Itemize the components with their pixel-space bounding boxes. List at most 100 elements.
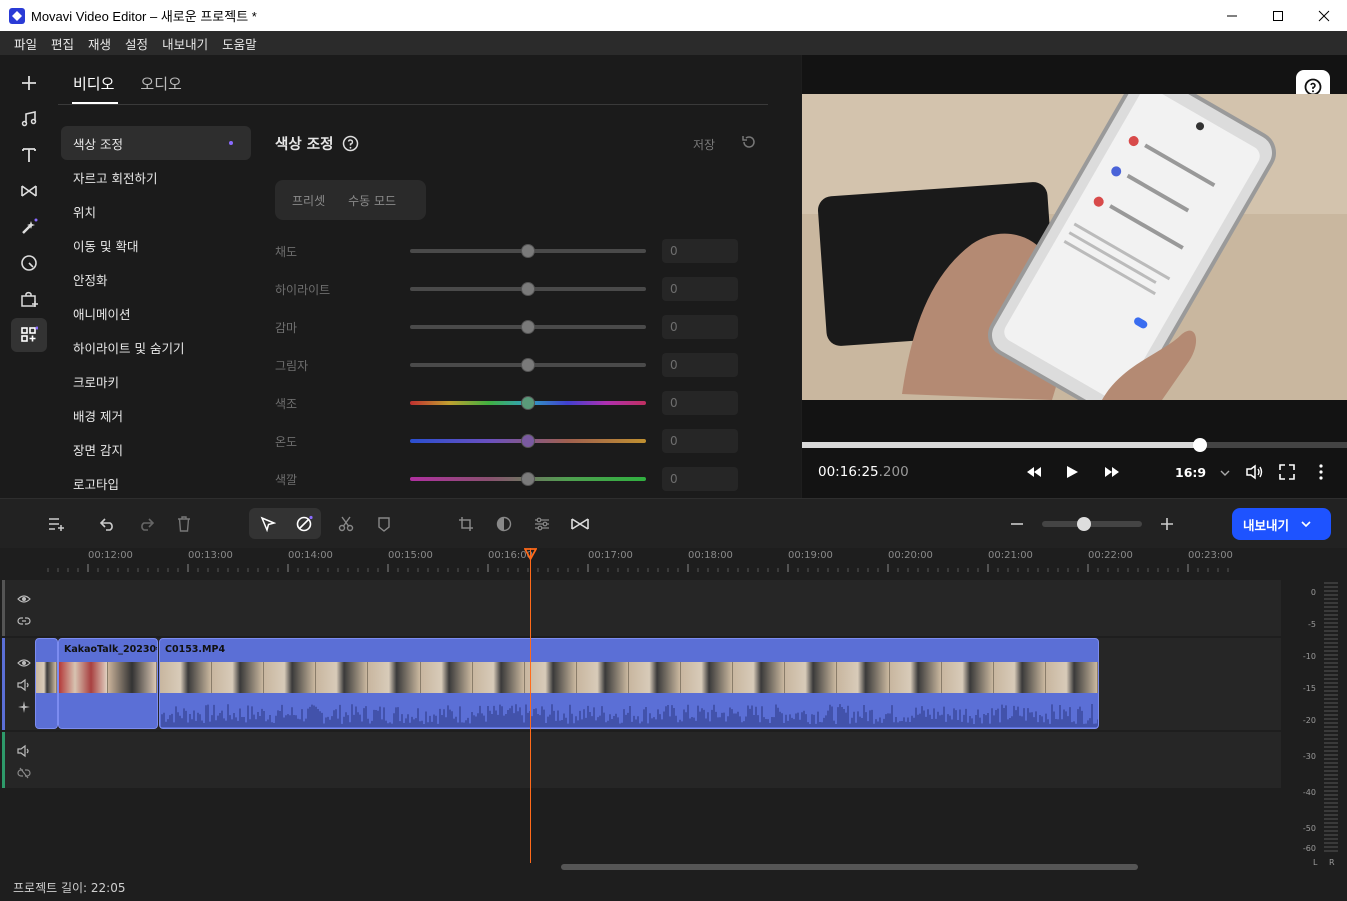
slider-handle[interactable] xyxy=(521,358,535,372)
scroll-thumb[interactable] xyxy=(561,864,1138,870)
slider-value-input[interactable]: 0 xyxy=(662,277,738,301)
color-adjust-icon[interactable] xyxy=(492,512,516,536)
add-track-icon[interactable] xyxy=(44,512,68,536)
slider-handle[interactable] xyxy=(521,472,535,486)
tool-item-pan-zoom[interactable]: 이동 및 확대 xyxy=(61,228,251,262)
magnet-snap-icon[interactable] xyxy=(293,512,317,536)
delete-icon[interactable] xyxy=(172,512,196,536)
transition-wizard-icon[interactable] xyxy=(568,512,592,536)
timeline-scrollbar[interactable] xyxy=(0,863,1282,871)
play-icon[interactable] xyxy=(1060,461,1084,483)
slider-value-input[interactable]: 0 xyxy=(662,391,738,415)
unlink-icon[interactable] xyxy=(17,765,31,779)
zoom-handle[interactable] xyxy=(1077,517,1091,531)
slider-handle[interactable] xyxy=(521,320,535,334)
mode-preset-button[interactable]: 프리셋 xyxy=(292,192,325,209)
help-circle-icon[interactable] xyxy=(342,135,359,152)
redo-icon[interactable] xyxy=(134,512,158,536)
sparkle-effects-icon[interactable] xyxy=(17,699,31,713)
video-clip-kakaotalk[interactable]: KakaoTalk_20230€ xyxy=(58,638,158,729)
volume-icon[interactable] xyxy=(1242,461,1266,483)
tool-item-stabilize[interactable]: 안정화 xyxy=(61,262,251,296)
tool-item-position[interactable]: 위치 xyxy=(61,194,251,228)
main-video-track[interactable]: KakaoTalk_20230€ C0153.MP4 xyxy=(2,638,1281,730)
video-clip-fragment[interactable] xyxy=(35,638,58,729)
music-icon[interactable] xyxy=(11,102,47,136)
slider-track[interactable] xyxy=(410,320,646,334)
tool-item-chroma-key[interactable]: 크로마키 xyxy=(61,364,251,398)
crop-icon[interactable] xyxy=(454,512,478,536)
audio-track[interactable] xyxy=(2,732,1281,788)
slider-track[interactable] xyxy=(410,244,646,258)
menu-file[interactable]: 파일 xyxy=(14,34,37,53)
menu-playback[interactable]: 재생 xyxy=(88,34,111,53)
playhead-handle[interactable] xyxy=(524,548,537,560)
slider-track[interactable] xyxy=(410,396,646,410)
slider-value-input[interactable]: 0 xyxy=(662,353,738,377)
marker-icon[interactable] xyxy=(372,512,396,536)
speaker-icon[interactable] xyxy=(17,677,31,692)
slider-handle[interactable] xyxy=(521,434,535,448)
more-tools-icon[interactable] xyxy=(11,318,47,352)
tool-item-scene-detect[interactable]: 장면 감지 xyxy=(61,432,251,466)
maximize-button[interactable] xyxy=(1255,0,1301,31)
menu-help[interactable]: 도움말 xyxy=(222,34,257,53)
zoom-in-icon[interactable] xyxy=(1155,512,1179,536)
slider-handle[interactable] xyxy=(521,396,535,410)
titles-icon[interactable] xyxy=(11,138,47,172)
slider-value-input[interactable]: 0 xyxy=(662,239,738,263)
slider-track[interactable] xyxy=(410,282,646,296)
timeline-zoom-slider[interactable] xyxy=(1042,517,1142,531)
slider-handle[interactable] xyxy=(521,282,535,296)
video-preview[interactable] xyxy=(802,94,1347,400)
tool-item-color-adjust[interactable]: 색상 조정 xyxy=(61,126,251,160)
rewind-icon[interactable] xyxy=(1022,461,1046,483)
fast-forward-icon[interactable] xyxy=(1100,461,1124,483)
tab-video[interactable]: 비디오 xyxy=(73,73,114,94)
eye-icon[interactable] xyxy=(17,655,31,669)
close-button[interactable] xyxy=(1301,0,1347,31)
save-preset-button[interactable]: 저장 xyxy=(693,136,715,153)
cursor-select-icon[interactable] xyxy=(256,512,280,536)
clip-properties-icon[interactable] xyxy=(530,512,554,536)
store-icon[interactable] xyxy=(11,282,47,316)
zoom-out-icon[interactable] xyxy=(1005,512,1029,536)
overlay-track[interactable] xyxy=(2,580,1281,636)
tab-audio[interactable]: 오디오 xyxy=(140,73,181,94)
effects-wand-icon[interactable] xyxy=(11,210,47,244)
tool-item-crop-rotate[interactable]: 자르고 회전하기 xyxy=(61,160,251,194)
speed-icon[interactable] xyxy=(11,246,47,280)
add-media-icon[interactable] xyxy=(11,66,47,100)
slider-value-input[interactable]: 0 xyxy=(662,315,738,339)
aspect-ratio-select[interactable]: 16:9 xyxy=(1175,465,1230,480)
tool-item-logo[interactable]: 로고타입 xyxy=(61,466,251,500)
minimize-button[interactable] xyxy=(1209,0,1255,31)
video-clip-c0153[interactable]: C0153.MP4 xyxy=(159,638,1099,729)
progress-handle[interactable] xyxy=(1192,438,1207,452)
tool-item-highlight-conceal[interactable]: 하이라이트 및 숨기기 xyxy=(61,330,251,364)
slider-value-input[interactable]: 0 xyxy=(662,429,738,453)
fullscreen-icon[interactable] xyxy=(1275,461,1299,483)
export-button[interactable]: 내보내기 xyxy=(1232,508,1331,540)
menu-settings[interactable]: 설정 xyxy=(125,34,148,53)
undo-icon[interactable] xyxy=(96,512,120,536)
slider-track[interactable] xyxy=(410,472,646,486)
playhead[interactable] xyxy=(530,548,531,863)
timeline-ruler[interactable]: 00:12:00 00:13:00 00:14:00 00:15:00 00:16:00… xyxy=(0,548,1282,580)
more-options-icon[interactable] xyxy=(1309,461,1333,483)
reset-icon[interactable] xyxy=(741,134,757,154)
menu-edit[interactable]: 편집 xyxy=(51,34,74,53)
split-scissors-icon[interactable] xyxy=(334,512,358,536)
speaker-icon[interactable] xyxy=(17,743,31,758)
eye-icon[interactable] xyxy=(17,591,31,605)
tool-item-background-removal[interactable]: 배경 제거 xyxy=(61,398,251,432)
playback-progress[interactable] xyxy=(802,438,1347,452)
menu-export[interactable]: 내보내기 xyxy=(162,34,208,53)
slider-track[interactable] xyxy=(410,434,646,448)
mode-manual-button[interactable]: 수동 모드 xyxy=(348,192,396,209)
link-icon[interactable] xyxy=(17,613,31,627)
slider-value-input[interactable]: 0 xyxy=(662,467,738,491)
tool-item-animation[interactable]: 애니메이션 xyxy=(61,296,251,330)
transitions-icon[interactable] xyxy=(11,174,47,208)
slider-handle[interactable] xyxy=(521,244,535,258)
